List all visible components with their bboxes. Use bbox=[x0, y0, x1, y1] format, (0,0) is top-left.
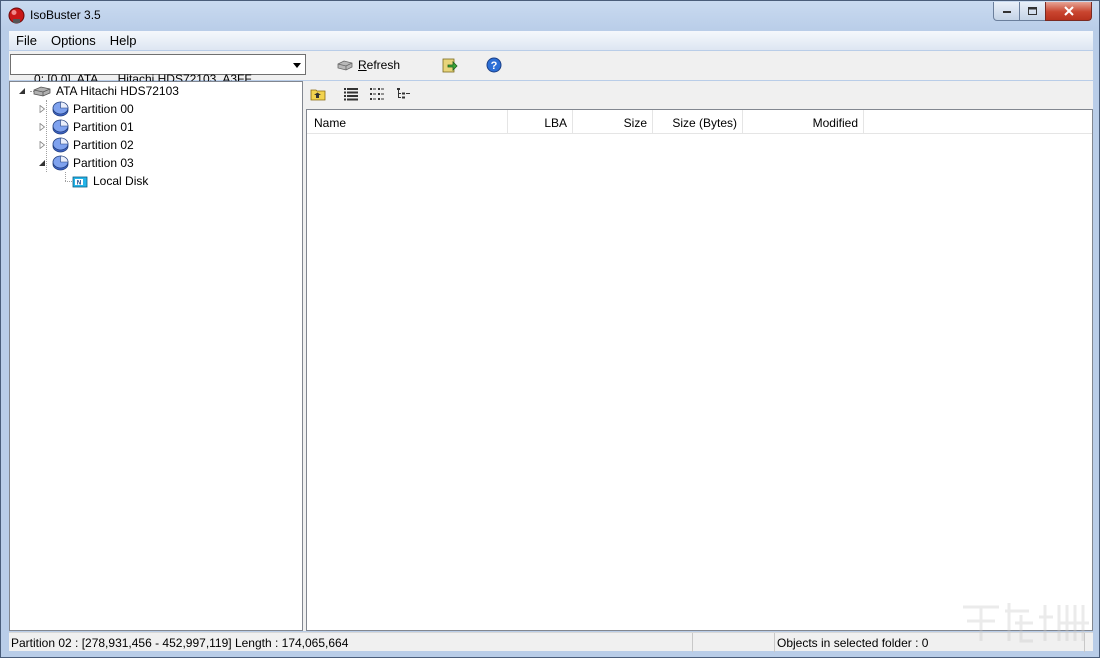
partition-icon bbox=[52, 101, 69, 117]
partition-icon bbox=[52, 155, 69, 171]
tree-item-partition-00[interactable]: Partition 00 bbox=[38, 100, 134, 118]
title-bar[interactable]: IsoBuster 3.5 bbox=[1, 1, 1099, 31]
list-header: Name LBA Size Size (Bytes) Modified bbox=[307, 110, 1092, 134]
menu-help[interactable]: Help bbox=[103, 33, 144, 48]
file-list[interactable]: Name LBA Size Size (Bytes) Modified bbox=[306, 109, 1093, 631]
menu-options[interactable]: Options bbox=[44, 33, 103, 48]
window-title: IsoBuster 3.5 bbox=[30, 8, 101, 22]
tree-item-local-disk[interactable]: N Local Disk bbox=[72, 172, 148, 190]
minimize-icon bbox=[1002, 11, 1011, 13]
column-header-lba[interactable]: LBA bbox=[508, 110, 573, 134]
status-middle bbox=[693, 633, 775, 652]
svg-text:?: ? bbox=[491, 60, 498, 72]
details-view-icon[interactable] bbox=[369, 87, 385, 101]
menu-bar: File Options Help bbox=[9, 31, 1093, 50]
extract-arrow-icon bbox=[442, 58, 458, 73]
refresh-label: Refresh bbox=[358, 58, 401, 72]
chevron-down-icon[interactable] bbox=[293, 63, 301, 68]
collapsed-arrow-icon[interactable] bbox=[38, 141, 46, 149]
expanded-arrow-icon[interactable] bbox=[18, 87, 26, 95]
column-header-name[interactable]: Name bbox=[307, 110, 508, 134]
extract-button[interactable] bbox=[442, 55, 458, 75]
collapsed-arrow-icon[interactable] bbox=[38, 105, 46, 113]
column-header-modified[interactable]: Modified bbox=[743, 110, 864, 134]
tree-item-label: Partition 00 bbox=[73, 102, 134, 116]
main-toolbar: 0: [0,0] ATA Hitachi HDS72103 A3FF Refre… bbox=[9, 51, 1093, 86]
expanded-arrow-icon[interactable] bbox=[38, 159, 46, 167]
tree-connector bbox=[65, 181, 72, 182]
partition-icon bbox=[52, 137, 69, 153]
tree-item-partition-02[interactable]: Partition 02 bbox=[38, 136, 134, 154]
drive-refresh-icon bbox=[337, 60, 353, 71]
close-icon bbox=[1063, 6, 1074, 16]
close-button[interactable] bbox=[1045, 2, 1092, 21]
tree-item-label: Partition 03 bbox=[73, 156, 134, 170]
device-tree[interactable]: ATA Hitachi HDS72103 Partition 00 Partit… bbox=[9, 81, 303, 631]
tree-item-partition-01[interactable]: Partition 01 bbox=[38, 118, 134, 136]
status-bar: Partition 02 : [278,931,456 - 452,997,11… bbox=[9, 632, 1093, 652]
tree-item-label: Partition 01 bbox=[73, 120, 134, 134]
tree-item-label: Partition 02 bbox=[73, 138, 134, 152]
help-icon: ? bbox=[486, 57, 502, 73]
list-view-icon[interactable] bbox=[343, 87, 359, 101]
isobuster-app-icon bbox=[8, 7, 25, 24]
tree-item-label: ATA Hitachi HDS72103 bbox=[56, 84, 179, 98]
tree-item-root[interactable]: ATA Hitachi HDS72103 bbox=[18, 82, 179, 100]
tree-view-icon[interactable] bbox=[396, 87, 412, 101]
maximize-button[interactable] bbox=[1019, 2, 1046, 21]
hard-drive-icon bbox=[33, 86, 51, 97]
drive-select[interactable]: 0: [0,0] ATA Hitachi HDS72103 A3FF bbox=[10, 54, 306, 86]
column-header-size[interactable]: Size bbox=[573, 110, 653, 134]
maximize-icon bbox=[1028, 7, 1037, 15]
list-toolbar bbox=[306, 81, 1093, 109]
folder-up-icon[interactable] bbox=[310, 87, 326, 101]
help-button[interactable]: ? bbox=[486, 55, 502, 75]
refresh-button[interactable]: Refresh bbox=[336, 55, 400, 75]
isobuster-window: IsoBuster 3.5 File Options Help 0: [0,0]… bbox=[0, 0, 1100, 658]
watermark-logo bbox=[963, 603, 1089, 643]
column-header-size-bytes[interactable]: Size (Bytes) bbox=[653, 110, 743, 134]
minimize-button[interactable] bbox=[993, 2, 1020, 21]
tree-item-label: Local Disk bbox=[93, 174, 149, 188]
tree-item-partition-03[interactable]: Partition 03 bbox=[38, 154, 134, 172]
collapsed-arrow-icon[interactable] bbox=[38, 123, 46, 131]
tree-connector bbox=[65, 172, 66, 181]
ntfs-volume-icon: N bbox=[72, 176, 88, 188]
status-selection-info: Partition 02 : [278,931,456 - 452,997,11… bbox=[9, 633, 693, 652]
menu-file[interactable]: File bbox=[9, 33, 44, 48]
svg-text:N: N bbox=[77, 181, 81, 187]
partition-icon bbox=[52, 119, 69, 135]
